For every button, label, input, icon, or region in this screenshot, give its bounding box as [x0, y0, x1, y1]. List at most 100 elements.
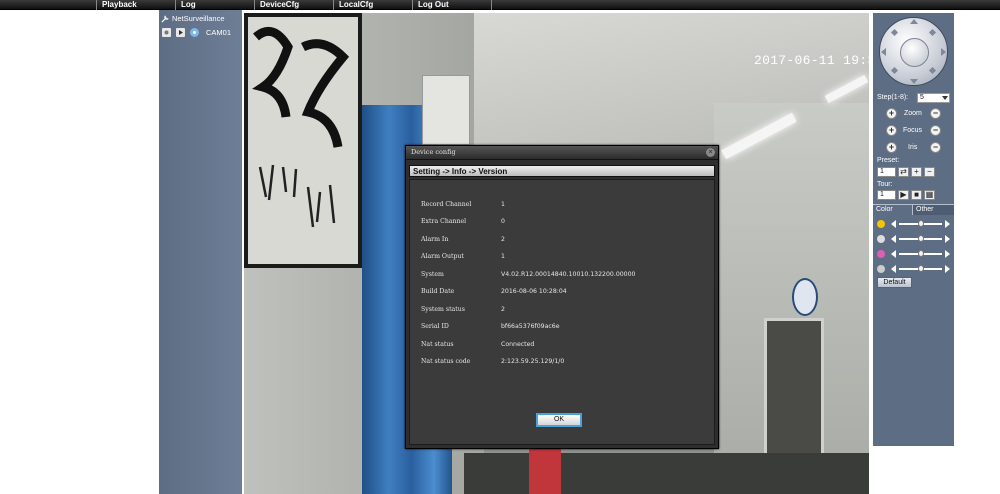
play-icon[interactable]	[176, 28, 185, 37]
tour-input[interactable]: 1	[877, 190, 896, 200]
step-select[interactable]: 5	[917, 93, 950, 103]
info-value: 2:123.59.25.129/1/0	[501, 357, 565, 365]
info-row-system-status: System status 2	[421, 304, 505, 314]
contrast-slider-knob[interactable]	[917, 235, 924, 242]
wrench-icon	[161, 15, 169, 23]
step-label: Step(1-8):	[877, 94, 909, 101]
camera-row[interactable]: CAM01	[162, 27, 231, 38]
info-value: 2016-08-06 10:28:04	[501, 287, 567, 295]
saturation-slider-knob[interactable]	[917, 250, 924, 257]
ptz-down-left-icon[interactable]	[890, 66, 899, 75]
ptz-center-button[interactable]	[900, 38, 929, 67]
iris-label: Iris	[908, 144, 918, 151]
tab-other[interactable]: Other	[913, 205, 954, 215]
dialog-titlebar[interactable]: Device config ×	[406, 146, 718, 160]
record-icon[interactable]	[162, 28, 171, 37]
focus-near-button[interactable]: +	[886, 125, 897, 136]
device-tree-panel: NetSurveillance CAM01	[159, 10, 242, 494]
menu-logout[interactable]: Log Out	[412, 0, 492, 10]
image-settings-tabs: Color Other	[873, 204, 954, 215]
ptz-left-icon[interactable]	[881, 48, 886, 56]
ok-button[interactable]: OK	[536, 413, 582, 427]
preset-label: Preset:	[877, 157, 900, 164]
ptz-up-right-icon[interactable]	[928, 28, 937, 37]
scene-floor	[464, 453, 869, 494]
device-tree-root[interactable]: NetSurveillance	[161, 13, 225, 24]
brightness-decrease-icon[interactable]	[891, 220, 896, 228]
tour-grid-icon[interactable]: ▦	[924, 190, 935, 200]
info-label: System status	[421, 305, 465, 313]
brightness-slider-row	[877, 219, 952, 229]
contrast-slider-row	[877, 234, 952, 244]
ptz-up-left-icon[interactable]	[890, 28, 899, 37]
tab-color[interactable]: Color	[873, 205, 913, 215]
info-label: System	[421, 270, 444, 278]
info-value: 1	[501, 200, 505, 208]
ptz-control-panel: Step(1-8): 5 + Zoom − + Focus − + Iris −…	[873, 13, 954, 446]
info-label: Serial ID	[421, 322, 449, 330]
zoom-out-button[interactable]: −	[930, 108, 941, 119]
info-label: Build Date	[421, 287, 455, 295]
preset-goto-icon[interactable]: ⇄	[898, 167, 909, 177]
brightness-slider[interactable]	[899, 220, 942, 227]
info-label: Alarm In	[421, 235, 449, 243]
video-timestamp: 2017-06-11 19:37:01	[754, 53, 869, 68]
menu-playback[interactable]: Playback	[96, 0, 173, 10]
info-row-build-date: Build Date 2016-08-06 10:28:04	[421, 286, 567, 296]
scene-red-chair	[529, 448, 561, 494]
saturation-slider[interactable]	[899, 250, 942, 257]
saturation-decrease-icon[interactable]	[891, 250, 896, 258]
info-value: V4.02.R12.00014840.10010.132200.00000	[501, 270, 636, 278]
preset-input[interactable]: 1	[877, 167, 896, 177]
ptz-right-icon[interactable]	[941, 48, 946, 56]
menu-localcfg[interactable]: LocalCfg	[333, 0, 411, 10]
contrast-decrease-icon[interactable]	[891, 235, 896, 243]
contrast-slider[interactable]	[899, 235, 942, 242]
default-button[interactable]: Default	[877, 277, 912, 288]
hue-slider-knob[interactable]	[917, 265, 924, 272]
tour-play-icon[interactable]: ▶	[898, 190, 909, 200]
menu-log[interactable]: Log	[175, 0, 253, 10]
tour-stop-icon[interactable]: ■	[911, 190, 922, 200]
info-label: Record Channel	[421, 200, 472, 208]
saturation-slider-row	[877, 249, 952, 259]
brightness-icon	[877, 220, 885, 228]
device-tree-root-label: NetSurveillance	[172, 14, 225, 23]
camera-status-icon	[190, 28, 199, 37]
focus-far-button[interactable]: −	[930, 125, 941, 136]
info-value: 2	[501, 235, 505, 243]
brightness-slider-knob[interactable]	[917, 220, 924, 227]
hue-increase-icon[interactable]	[945, 265, 950, 273]
info-value: bf66a5376f09ac6e	[501, 322, 560, 330]
info-row-nat-status: Nat status Connected	[421, 339, 534, 349]
close-icon[interactable]: ×	[706, 148, 715, 157]
hue-slider[interactable]	[899, 265, 942, 272]
saturation-increase-icon[interactable]	[945, 250, 950, 258]
brightness-increase-icon[interactable]	[945, 220, 950, 228]
iris-close-button[interactable]: −	[930, 142, 941, 153]
hue-icon	[877, 265, 885, 273]
focus-label: Focus	[903, 127, 923, 134]
top-menu-bar: Playback Log DeviceCfg LocalCfg Log Out	[0, 0, 1000, 10]
info-label: Alarm Output	[421, 252, 464, 260]
hue-slider-row	[877, 264, 952, 274]
preset-add-icon[interactable]: +	[911, 167, 922, 177]
ptz-down-icon[interactable]	[910, 79, 918, 84]
version-info-panel: Record Channel 1 Extra Channel 0 Alarm I…	[409, 179, 715, 445]
contrast-increase-icon[interactable]	[945, 235, 950, 243]
zoom-in-button[interactable]: +	[886, 108, 897, 119]
preset-remove-icon[interactable]: −	[924, 167, 935, 177]
iris-open-button[interactable]: +	[886, 142, 897, 153]
dialog-title: Device config	[411, 148, 456, 156]
contrast-icon	[877, 235, 885, 243]
ptz-down-right-icon[interactable]	[928, 66, 937, 75]
info-row-nat-status-code: Nat status code 2:123.59.25.129/1/0	[421, 356, 564, 366]
saturation-icon	[877, 250, 885, 258]
info-row-system: System V4.02.R12.00014840.10010.132200.0…	[421, 269, 636, 279]
hue-decrease-icon[interactable]	[891, 265, 896, 273]
info-row-serial-id: Serial ID bf66a5376f09ac6e	[421, 321, 560, 331]
scene-wall-fixture	[422, 75, 470, 145]
info-row-extra-channel: Extra Channel 0	[421, 216, 505, 226]
menu-devicecfg[interactable]: DeviceCfg	[254, 0, 332, 10]
ptz-up-icon[interactable]	[910, 19, 918, 24]
